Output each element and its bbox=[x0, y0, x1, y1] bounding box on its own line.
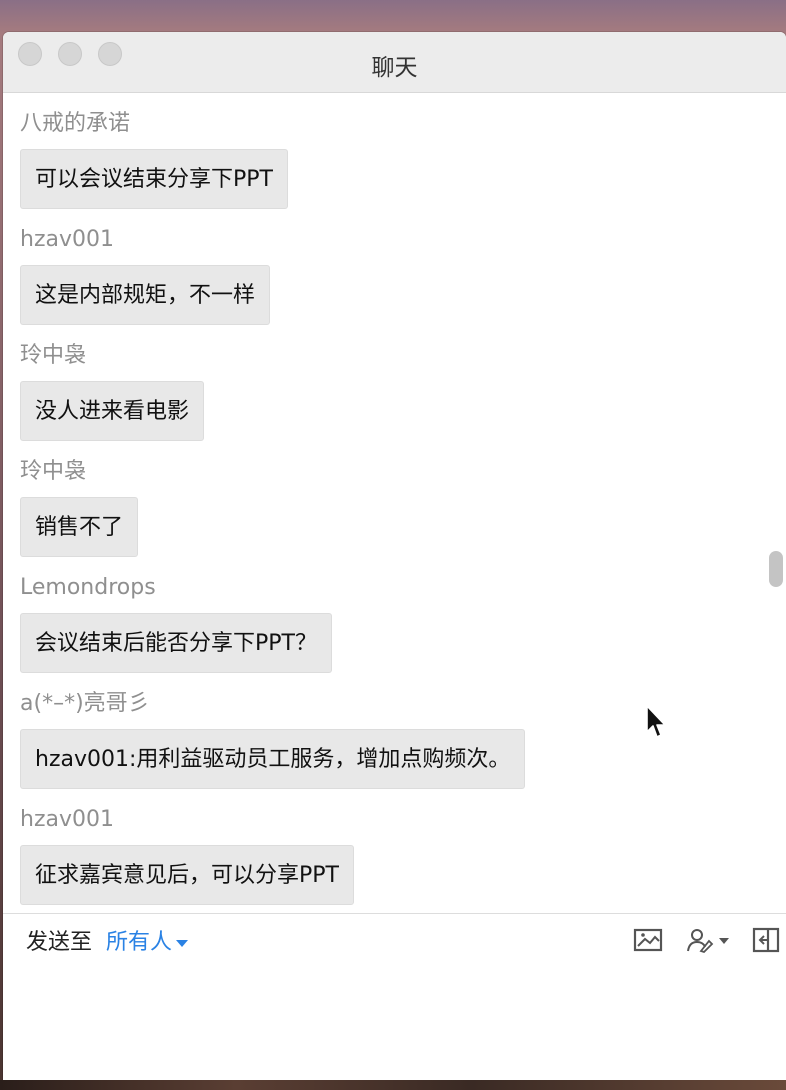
message-sender: hzav001 bbox=[20, 227, 114, 252]
composer: 发送至 所有人 bbox=[3, 913, 786, 1088]
message-bubble: 征求嘉宾意见后，可以分享PPT bbox=[20, 845, 354, 905]
message-bubble: 可以会议结束分享下PPT bbox=[20, 149, 288, 209]
chat-window: 聊天 八戒的承诺 可以会议结束分享下PPT hzav001 这是内部规矩，不一样… bbox=[3, 32, 786, 1088]
message-sender: 玲中袅 bbox=[20, 343, 87, 368]
scrollbar-thumb[interactable] bbox=[769, 551, 783, 587]
title-bar: 聊天 bbox=[3, 32, 786, 93]
message-item: 玲中袅 没人进来看电影 bbox=[3, 341, 786, 441]
recipient-dropdown[interactable]: 所有人 bbox=[106, 924, 189, 956]
mouse-pointer-icon bbox=[646, 705, 666, 738]
send-to-label: 发送至 bbox=[26, 930, 93, 955]
message-bubble: 销售不了 bbox=[20, 497, 139, 557]
exit-icon[interactable] bbox=[751, 926, 781, 954]
desktop-background bbox=[0, 1080, 786, 1090]
message-bubble: 没人进来看电影 bbox=[20, 381, 205, 441]
message-sender: a(*–*)亮哥彡 bbox=[20, 691, 150, 716]
signature-icon[interactable] bbox=[685, 926, 731, 954]
message-sender: 玲中袅 bbox=[20, 459, 87, 484]
message-bubble: 会议结束后能否分享下PPT？ bbox=[20, 613, 332, 673]
window-title: 聊天 bbox=[371, 55, 418, 81]
message-list[interactable]: 八戒的承诺 可以会议结束分享下PPT hzav001 这是内部规矩，不一样 玲中… bbox=[3, 93, 786, 913]
image-icon[interactable] bbox=[633, 926, 663, 954]
message-item: hzav001 这是内部规矩，不一样 bbox=[3, 225, 786, 325]
message-item: 八戒的承诺 可以会议结束分享下PPT bbox=[3, 109, 786, 209]
message-item: Lemondrops 会议结束后能否分享下PPT？ bbox=[3, 573, 786, 673]
message-sender: Lemondrops bbox=[20, 575, 156, 600]
message-sender: 八戒的承诺 bbox=[20, 111, 131, 136]
message-item: 玲中袅 销售不了 bbox=[3, 457, 786, 557]
message-bubble: hzav001:用利益驱动员工服务，增加点购频次。 bbox=[20, 729, 526, 789]
message-sender: hzav001 bbox=[20, 807, 114, 832]
message-bubble: 这是内部规矩，不一样 bbox=[20, 265, 271, 325]
chevron-down-icon bbox=[176, 939, 189, 947]
recipient-value: 所有人 bbox=[106, 930, 173, 955]
message-item: a(*–*)亮哥彡 hzav001:用利益驱动员工服务，增加点购频次。 bbox=[3, 689, 786, 789]
message-item: hzav001 征求嘉宾意见后，可以分享PPT bbox=[3, 805, 786, 905]
